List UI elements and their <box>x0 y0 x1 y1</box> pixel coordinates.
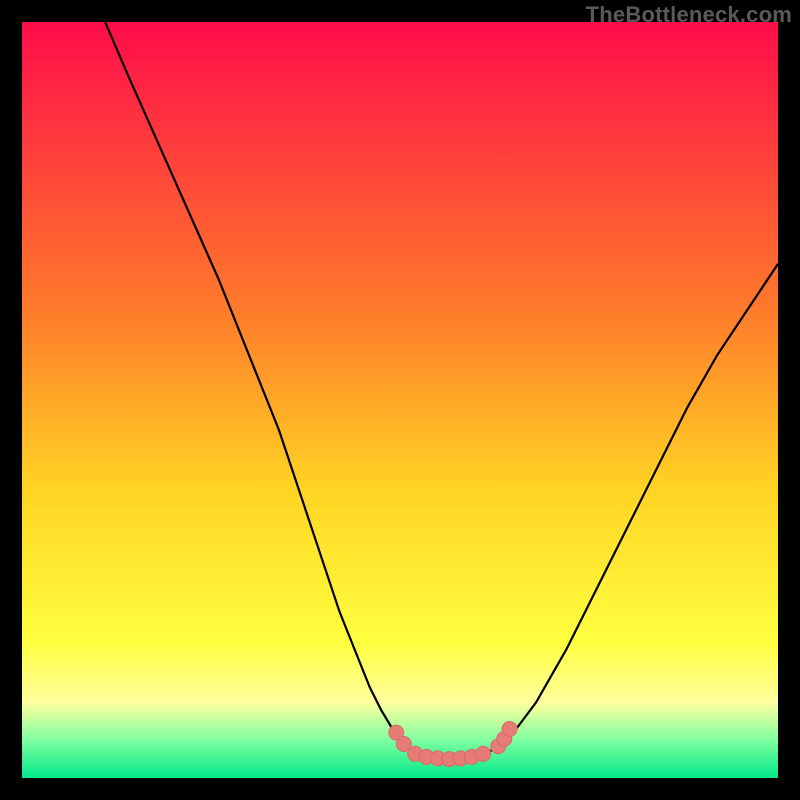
chart-plot-area <box>22 22 778 778</box>
highlight-marker <box>476 746 491 761</box>
chart-svg <box>22 22 778 778</box>
highlight-marker <box>502 721 517 736</box>
chart-frame: TheBottleneck.com <box>0 0 800 800</box>
gradient-background <box>22 22 778 778</box>
watermark-text: TheBottleneck.com <box>586 2 792 28</box>
